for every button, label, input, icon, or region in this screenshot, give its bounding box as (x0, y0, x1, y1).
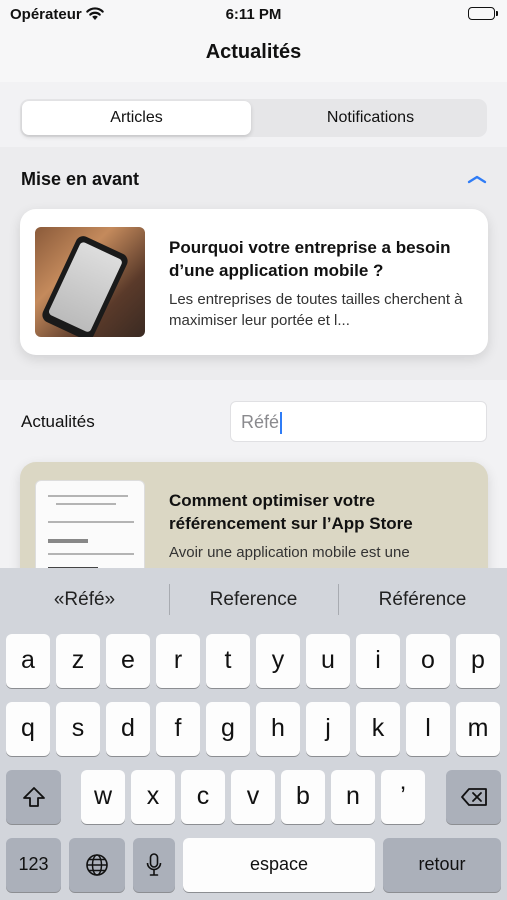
key-h[interactable]: h (256, 702, 300, 756)
tab-notifications[interactable]: Notifications (256, 101, 485, 135)
key-s[interactable]: s (56, 702, 100, 756)
delete-key[interactable] (446, 770, 501, 824)
key-j[interactable]: j (306, 702, 350, 756)
segmented-control: Articles Notifications (20, 99, 487, 137)
key-d[interactable]: d (106, 702, 150, 756)
search-input-value: Réfé (241, 412, 280, 432)
key-v[interactable]: v (231, 770, 275, 824)
key-l[interactable]: l (406, 702, 450, 756)
clock: 6:11 PM (225, 6, 282, 23)
shift-icon (22, 782, 46, 810)
suggestion-3[interactable]: Référence (338, 568, 507, 631)
key-e[interactable]: e (106, 634, 150, 688)
search-input[interactable]: Réfé (230, 401, 487, 442)
key-k[interactable]: k (356, 702, 400, 756)
key-f[interactable]: f (156, 702, 200, 756)
key-y[interactable]: y (256, 634, 300, 688)
key-u[interactable]: u (306, 634, 350, 688)
key-x[interactable]: x (131, 770, 175, 824)
chevron-up-icon[interactable] (467, 171, 487, 189)
key-g[interactable]: g (206, 702, 250, 756)
section-title: Mise en avant (21, 169, 140, 189)
globe-icon (85, 850, 109, 878)
article-description: Les entreprises de toutes tailles cherch… (169, 291, 463, 329)
globe-key[interactable] (69, 838, 125, 892)
key-p[interactable]: p (456, 634, 500, 688)
featured-article-card[interactable]: Pourquoi votre entreprise a besoin d’une… (20, 209, 488, 355)
key-r[interactable]: r (156, 634, 200, 688)
key-i[interactable]: i (356, 634, 400, 688)
article-description: Avoir une application mobile est une (169, 544, 410, 561)
microphone-icon (146, 850, 162, 878)
key-a[interactable]: a (6, 634, 50, 688)
microphone-key[interactable] (133, 838, 175, 892)
article-thumbnail (35, 227, 145, 337)
featured-section: Mise en avant Pourquoi votre entreprise … (0, 147, 507, 380)
article-title: Pourquoi votre entreprise a besoin d’une… (169, 238, 451, 280)
key-q[interactable]: q (6, 702, 50, 756)
suggestion-bar: «Réfé» Reference Référence (0, 568, 507, 631)
tab-articles[interactable]: Articles (22, 101, 251, 135)
numbers-key[interactable]: 123 (6, 838, 61, 892)
status-bar: Opérateur 6:11 PM (0, 0, 507, 30)
shift-key[interactable] (6, 770, 61, 824)
key-t[interactable]: t (206, 634, 250, 688)
battery-icon (468, 7, 498, 20)
key-m[interactable]: m (456, 702, 500, 756)
key-w[interactable]: w (81, 770, 125, 824)
filter-row: Actualités Réfé (0, 380, 507, 466)
navigation-bar: Actualités (0, 30, 507, 82)
key-b[interactable]: b (281, 770, 325, 824)
suggestion-2[interactable]: Reference (169, 568, 338, 631)
key-apostrophe[interactable]: ’ (381, 770, 425, 824)
page-title: Actualités (205, 41, 302, 63)
text-cursor (280, 412, 283, 435)
key-c[interactable]: c (181, 770, 225, 824)
keyboard: «Réfé» Reference Référence a z e r t y u… (0, 568, 507, 900)
suggestion-1[interactable]: «Réfé» (0, 568, 169, 631)
backspace-icon (460, 782, 488, 810)
return-key[interactable]: retour (383, 838, 501, 892)
filter-label: Actualités (21, 412, 95, 431)
key-n[interactable]: n (331, 770, 375, 824)
key-z[interactable]: z (56, 634, 100, 688)
key-o[interactable]: o (406, 634, 450, 688)
space-key[interactable]: espace (183, 838, 375, 892)
article-title: Comment optimiser votre référencement su… (169, 491, 413, 533)
